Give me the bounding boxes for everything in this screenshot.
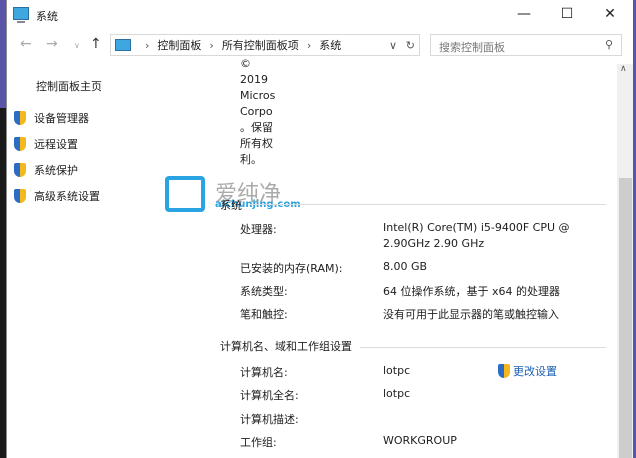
- full-name-label: 计算机全名:: [240, 389, 299, 402]
- crumb[interactable]: 系统: [319, 37, 341, 53]
- sidebar-home-link[interactable]: 控制面板主页: [36, 78, 102, 94]
- maximize-button[interactable]: ☐: [552, 4, 582, 24]
- sidebar-item-label: 系统保护: [34, 164, 78, 177]
- copyright-text: © 2019 Micros Corpo 。保留 所有权 利。: [240, 57, 276, 166]
- chevron-right-icon: ›: [306, 38, 312, 52]
- minimize-button[interactable]: —: [509, 4, 539, 24]
- shield-icon: [14, 163, 26, 177]
- workgroup-label: 工作组:: [240, 436, 277, 449]
- crumb[interactable]: 所有控制面板项: [222, 37, 299, 53]
- search-input[interactable]: 搜索控制面板 ⚲: [430, 34, 622, 56]
- ram-label: 已安装的内存(RAM):: [240, 262, 343, 275]
- recent-dropdown[interactable]: ∨: [74, 41, 80, 50]
- workgroup-value: WORKGROUP: [383, 434, 457, 447]
- search-icon: ⚲: [604, 38, 613, 51]
- change-settings-link[interactable]: 更改设置: [498, 363, 557, 379]
- shield-icon: [14, 189, 26, 203]
- processor-label: 处理器:: [240, 223, 277, 236]
- up-button[interactable]: ↑: [90, 36, 102, 52]
- refresh-icon[interactable]: ↻: [406, 39, 415, 52]
- sidebar-item-label: 远程设置: [34, 138, 78, 151]
- chevron-right-icon: ›: [209, 38, 214, 52]
- computer-name-value: lotpc: [383, 364, 411, 377]
- sidebar-item-device-manager[interactable]: 设备管理器: [14, 110, 100, 126]
- close-button[interactable]: ✕: [595, 4, 625, 24]
- pen-touch-value: 没有可用于此显示器的笔或触控输入: [383, 308, 559, 321]
- sidebar-item-label: 高级系统设置: [34, 190, 100, 203]
- shield-icon: [498, 364, 510, 378]
- sidebar-item-remote[interactable]: 远程设置: [14, 136, 100, 152]
- shield-icon: [14, 111, 26, 125]
- sidebar-item-advanced[interactable]: 高级系统设置: [14, 188, 100, 204]
- section-header-system: 系统: [220, 199, 242, 212]
- sidebar: 设备管理器 远程设置 系统保护 高级系统设置: [14, 110, 100, 204]
- search-placeholder: 搜索控制面板: [439, 41, 505, 54]
- system-type-label: 系统类型:: [240, 285, 288, 298]
- change-settings-label: 更改设置: [513, 365, 557, 378]
- chevron-down-icon[interactable]: ∨: [389, 39, 397, 52]
- watermark-logo: [165, 176, 205, 212]
- back-button[interactable]: ←: [20, 36, 32, 52]
- chevron-right-icon: ›: [145, 38, 150, 52]
- processor-value-line2: 2.90GHz 2.90 GHz: [383, 237, 485, 250]
- divider: [250, 204, 606, 205]
- system-icon: [13, 7, 29, 23]
- divider: [360, 347, 606, 348]
- processor-value: Intel(R) Core(TM) i5-9400F CPU @: [383, 221, 570, 234]
- description-label: 计算机描述:: [240, 413, 299, 426]
- window-title: 系统: [36, 10, 58, 23]
- full-name-value: lotpc: [383, 387, 411, 400]
- scroll-up-icon[interactable]: ∧: [620, 64, 627, 74]
- address-bar[interactable]: › 控制面板 › 所有控制面板项 › 系统 ∨ ↻: [110, 34, 420, 56]
- shield-icon: [14, 137, 26, 151]
- sidebar-item-label: 设备管理器: [34, 112, 89, 125]
- scrollbar-thumb[interactable]: [619, 178, 632, 458]
- computer-name-label: 计算机名:: [240, 366, 288, 379]
- computer-icon: [115, 39, 131, 51]
- system-type-value: 64 位操作系统，基于 x64 的处理器: [383, 285, 560, 298]
- forward-button[interactable]: →: [46, 36, 58, 52]
- ram-value: 8.00 GB: [383, 260, 428, 273]
- section-header-computer: 计算机名、域和工作组设置: [220, 340, 352, 353]
- crumb[interactable]: 控制面板: [157, 37, 201, 53]
- sidebar-item-protection[interactable]: 系统保护: [14, 162, 100, 178]
- pen-touch-label: 笔和触控:: [240, 308, 288, 321]
